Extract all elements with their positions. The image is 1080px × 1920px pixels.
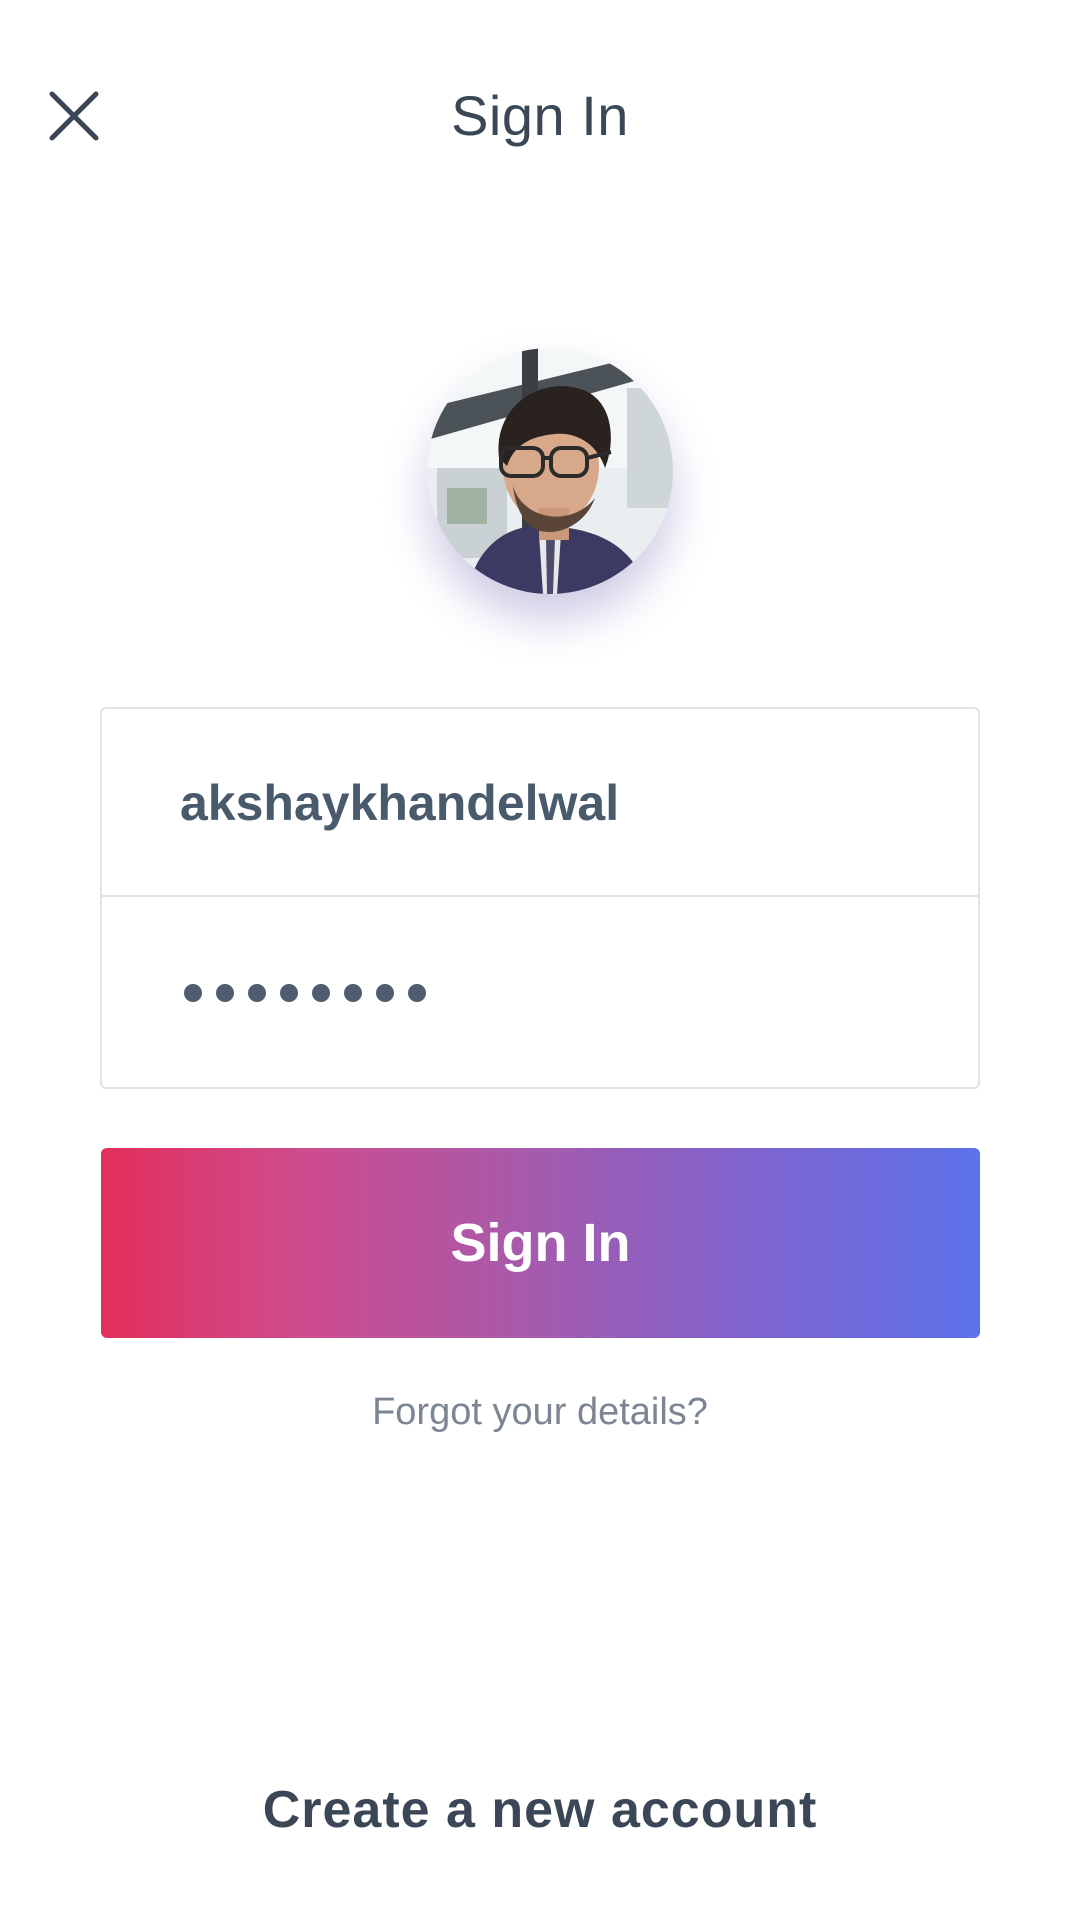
username-field-container [102, 709, 978, 897]
password-mask-dot [248, 984, 266, 1002]
password-mask-dot [280, 984, 298, 1002]
sign-in-screen: Sign In Sign [0, 0, 1080, 1920]
username-input[interactable] [180, 709, 940, 897]
password-mask-dot [344, 984, 362, 1002]
forgot-details-link[interactable]: Forgot your details? [0, 1388, 1080, 1436]
create-account-link[interactable]: Create a new account [0, 1778, 1080, 1842]
sign-in-button[interactable]: Sign In [101, 1148, 980, 1338]
password-mask-dot [408, 984, 426, 1002]
password-input[interactable] [184, 899, 426, 1087]
password-mask-dot [184, 984, 202, 1002]
password-mask-dot [376, 984, 394, 1002]
page-title: Sign In [451, 84, 629, 147]
password-mask-dot [216, 984, 234, 1002]
password-mask-dot [312, 984, 330, 1002]
password-field-container [102, 899, 978, 1087]
avatar [427, 348, 673, 594]
user-avatar-photo [427, 348, 673, 594]
sign-in-form [100, 707, 980, 1089]
